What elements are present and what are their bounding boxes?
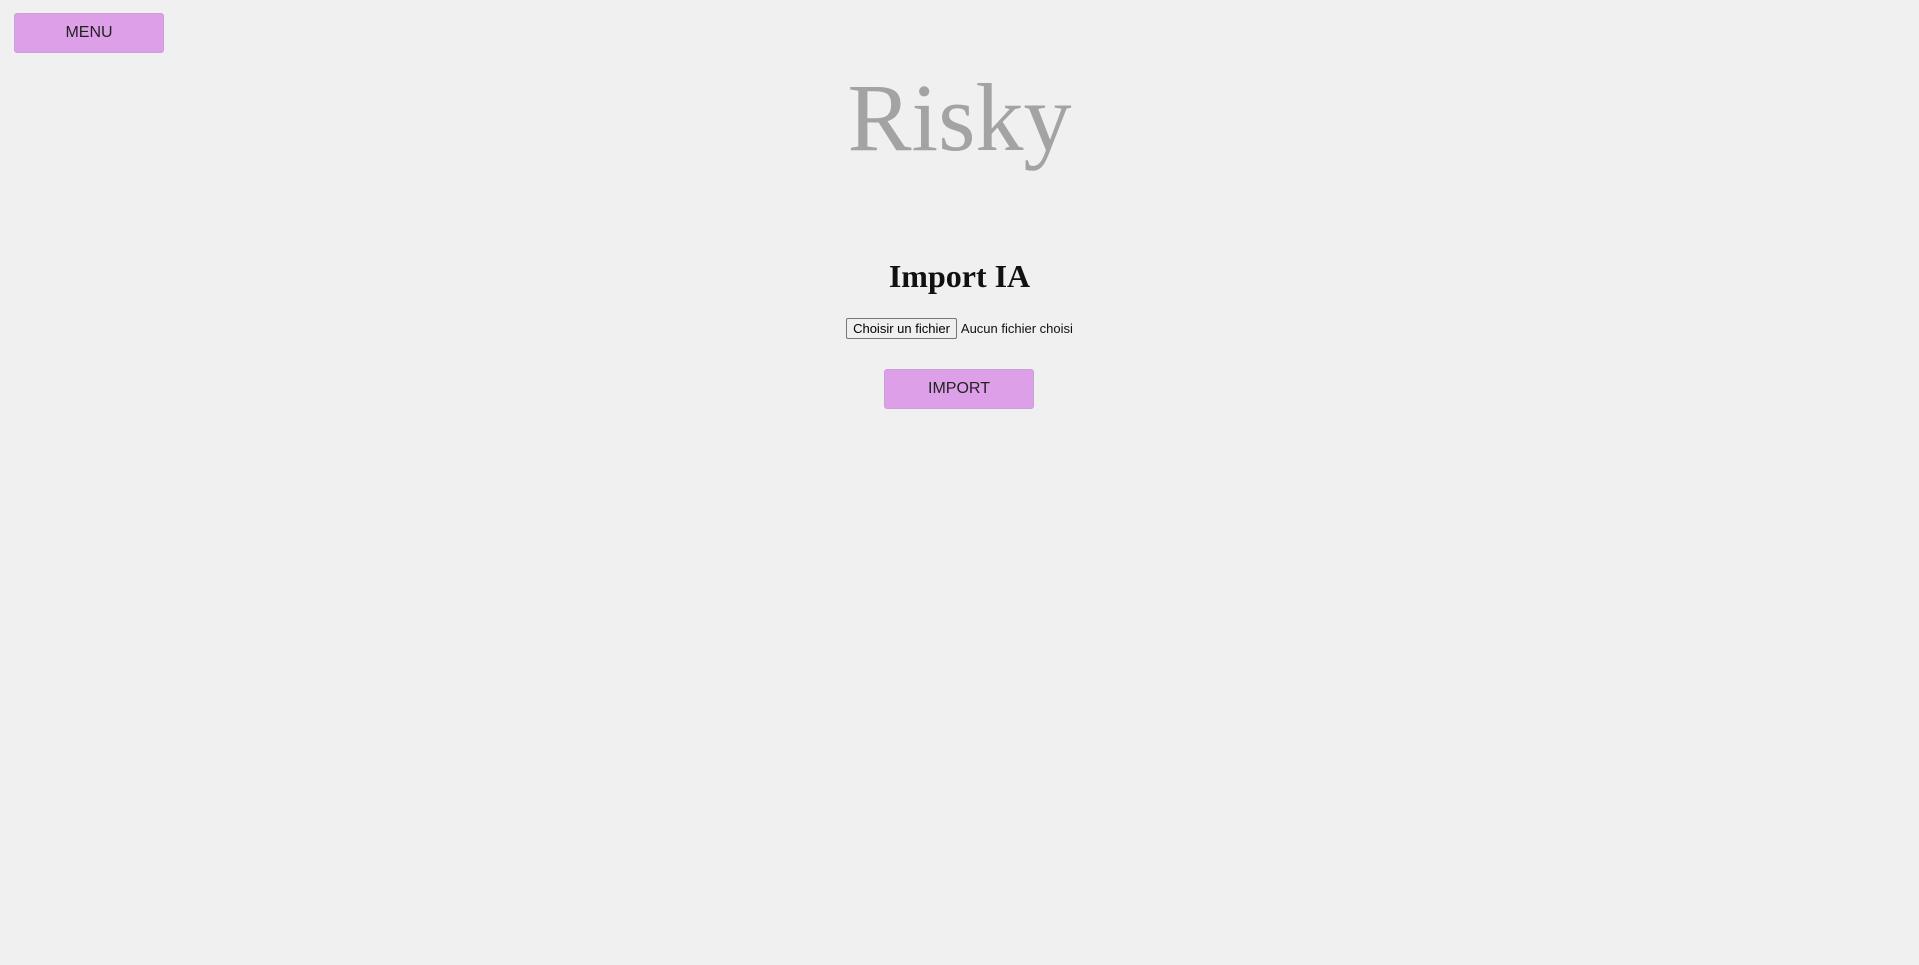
file-input: Choisir un fichier Aucun fichier choisi: [0, 318, 1919, 339]
import-button[interactable]: IMPORT: [884, 369, 1034, 409]
choose-file-button[interactable]: Choisir un fichier: [846, 318, 957, 339]
page: MENU Risky Import IA Choisir un fichier …: [0, 0, 1919, 965]
page-title: Import IA: [888, 258, 1031, 294]
file-status-text: Aucun fichier choisi: [960, 321, 1073, 336]
menu-button[interactable]: MENU: [14, 13, 164, 53]
logo: Risky: [847, 64, 1072, 171]
